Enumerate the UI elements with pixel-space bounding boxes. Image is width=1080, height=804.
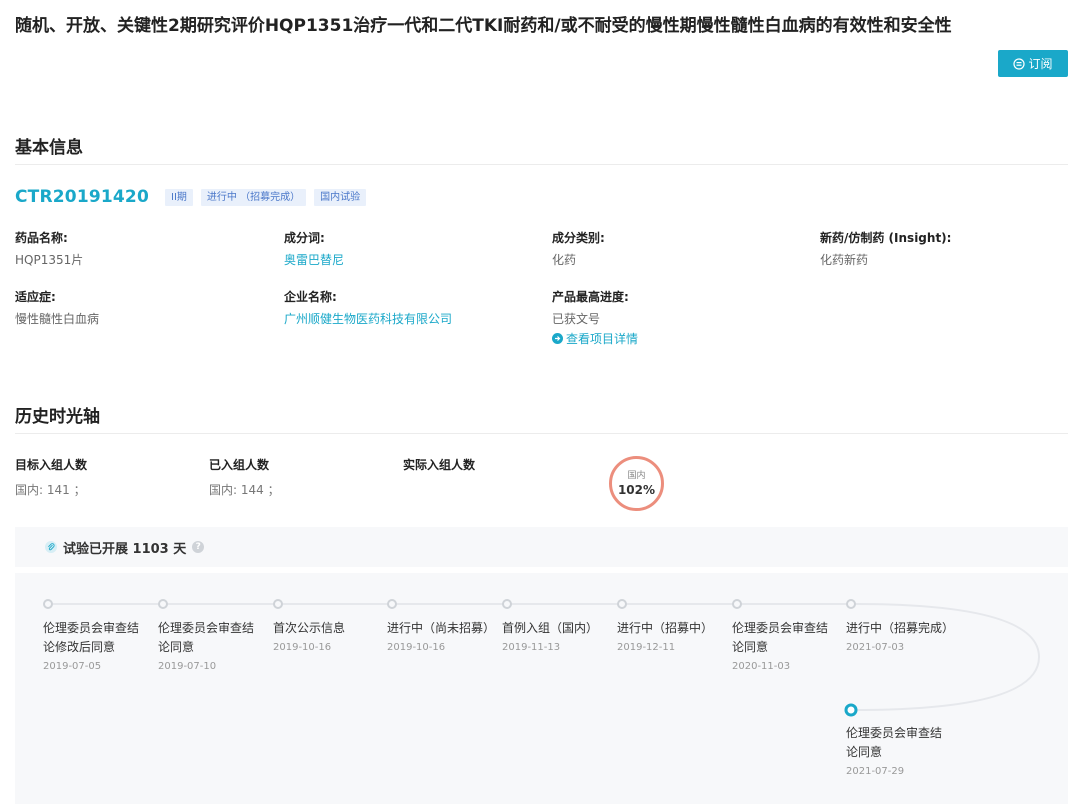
- timeline-node: [43, 599, 53, 609]
- tag-region: 国内试验: [314, 188, 367, 206]
- timeline-event-title: 进行中（尚未招募）: [387, 621, 496, 635]
- enroll-ratio-ring: 国内 102%: [609, 456, 664, 511]
- timeline-node: [846, 599, 856, 609]
- timeline-node: [273, 599, 283, 609]
- timeline-event: 伦理委员会审查结论同意 2019-07-10: [158, 619, 263, 674]
- indication-label: 适应症:: [15, 290, 56, 304]
- view-project-detail-label: 查看项目详情: [566, 332, 639, 346]
- ratio-value: 102%: [617, 482, 656, 497]
- timeline-event-date: 2019-12-11: [617, 642, 676, 653]
- subscribe-label: 订阅: [1028, 57, 1053, 71]
- timeline-event-latest: 伦理委员会审查结论同意 2021-07-29: [846, 724, 951, 779]
- timeline-node: [502, 599, 512, 609]
- drug-name-label: 药品名称:: [15, 231, 68, 245]
- timeline-event-title: 首次公示信息: [273, 621, 346, 635]
- timeline-event-title: 伦理委员会审查结论同意: [158, 621, 255, 654]
- history-divider: [15, 433, 1068, 434]
- timeline-event-date: 2021-07-03: [846, 642, 905, 653]
- target-enroll-label: 目标入组人数: [15, 458, 88, 472]
- target-enroll-value: 国内: 141 ；: [15, 483, 86, 497]
- view-project-detail-link[interactable]: 查看项目详情: [552, 330, 638, 347]
- timeline-event-date: 2019-10-16: [387, 642, 446, 653]
- timeline-event-date: 2019-10-16: [273, 642, 332, 653]
- actual-enroll-label: 实际入组人数: [403, 458, 476, 472]
- timeline-node: [617, 599, 627, 609]
- timeline-node: [732, 599, 742, 609]
- timeline-event-title: 首例入组（国内）: [502, 621, 599, 635]
- timeline-event-date: 2020-11-03: [732, 661, 791, 672]
- timeline-event: 进行中（尚未招募） 2019-10-16: [387, 619, 496, 655]
- arrow-right-icon: [552, 333, 563, 344]
- top-progress-label: 产品最高进度:: [552, 290, 629, 304]
- timeline: 伦理委员会审查结论修改后同意 2019-07-05 伦理委员会审查结论同意 20…: [15, 573, 1068, 804]
- timeline-event: 首次公示信息 2019-10-16: [273, 619, 378, 655]
- basic-info-divider: [15, 164, 1068, 165]
- ingredient-link[interactable]: 奥雷巴替尼: [284, 251, 344, 268]
- timeline-event: 伦理委员会审查结论同意 2020-11-03: [732, 619, 837, 674]
- drug-name-value: HQP1351片: [15, 253, 84, 267]
- timeline-event-date: 2021-07-29: [846, 766, 905, 777]
- subscribe-icon: [1013, 57, 1026, 70]
- ingredient-label: 成分词:: [284, 231, 325, 245]
- help-icon[interactable]: ?: [192, 541, 205, 553]
- company-link[interactable]: 广州顺健生物医药科技有限公司: [284, 310, 452, 327]
- indication-value: 慢性髓性白血病: [15, 312, 100, 326]
- new-generic-label: 新药/仿制药 (Insight):: [820, 231, 952, 245]
- duration-text: 试验已开展 1103 天: [63, 541, 187, 557]
- timeline-node-current: [844, 703, 858, 717]
- timeline-event-title: 伦理委员会审查结论同意: [732, 621, 829, 654]
- basic-info-title: 基本信息: [15, 138, 83, 158]
- timeline-event-date: 2019-11-13: [502, 642, 561, 653]
- enrolled-value: 国内: 144 ；: [209, 483, 280, 497]
- history-title: 历史时光轴: [15, 407, 100, 427]
- category-value: 化药: [552, 253, 577, 267]
- timeline-event-date: 2019-07-10: [158, 661, 217, 672]
- enrolled-label: 已入组人数: [209, 458, 270, 472]
- ctr-id: CTR20191420: [15, 187, 149, 207]
- tag-status: 进行中 （招募完成）: [200, 188, 307, 206]
- timeline-event: 进行中（招募中） 2019-12-11: [617, 619, 722, 655]
- timeline-event: 首例入组（国内） 2019-11-13: [502, 619, 607, 655]
- timeline-event-date: 2019-07-05: [43, 661, 102, 672]
- timeline-node: [158, 599, 168, 609]
- ctr-row: CTR20191420 II期 进行中 （招募完成） 国内试验: [15, 184, 374, 210]
- page-title: 随机、开放、关键性2期研究评价HQP1351治疗一代和二代TKI耐药和/或不耐受…: [15, 16, 952, 36]
- paperclip-icon: [45, 541, 57, 553]
- subscribe-button[interactable]: 订阅: [998, 50, 1068, 77]
- timeline-event-title: 进行中（招募中）: [617, 621, 714, 635]
- timeline-node: [387, 599, 397, 609]
- new-generic-value: 化药新药: [820, 253, 869, 267]
- company-label: 企业名称:: [284, 290, 337, 304]
- duration-bar: 试验已开展 1103 天 ?: [15, 527, 1068, 567]
- ratio-label: 国内: [627, 470, 646, 481]
- tag-phase: II期: [165, 188, 193, 206]
- top-progress-value: 已获文号: [552, 312, 601, 326]
- category-label: 成分类别:: [552, 231, 605, 245]
- timeline-event-title: 伦理委员会审查结论修改后同意: [43, 621, 140, 654]
- timeline-event: 伦理委员会审查结论修改后同意 2019-07-05: [43, 619, 148, 674]
- timeline-event: 进行中（招募完成） 2021-07-03: [846, 619, 955, 655]
- timeline-event-title: 伦理委员会审查结论同意: [846, 726, 943, 759]
- timeline-event-title: 进行中（招募完成）: [846, 621, 955, 635]
